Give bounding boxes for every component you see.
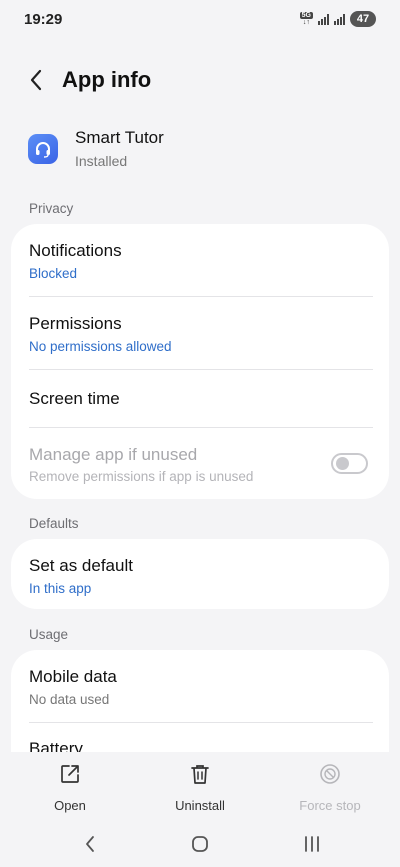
- set-default-item[interactable]: Set as default In this app: [29, 556, 371, 596]
- divider: [29, 427, 373, 428]
- permissions-status: No permissions allowed: [29, 339, 172, 354]
- battery-item[interactable]: Battery: [29, 739, 371, 752]
- divider: [29, 722, 373, 723]
- set-default-status: In this app: [29, 581, 92, 596]
- screen-time-item[interactable]: Screen time: [29, 389, 371, 409]
- battery-indicator: 47: [350, 11, 376, 27]
- nav-home-icon[interactable]: [180, 832, 220, 856]
- open-button[interactable]: Open: [20, 762, 120, 813]
- open-external-icon: [20, 762, 120, 786]
- signal-icon: [318, 13, 329, 25]
- manage-unused-description: Remove permissions if app is unused: [29, 469, 254, 484]
- network-type-icon: 5G ↓↑: [299, 12, 313, 26]
- app-name: Smart Tutor: [75, 128, 164, 147]
- status-icons: 5G ↓↑ 47: [299, 11, 376, 27]
- section-label-defaults: Defaults: [29, 516, 79, 531]
- manage-unused-title: Manage app if unused: [29, 445, 198, 464]
- divider: [29, 369, 373, 370]
- uninstall-button[interactable]: Uninstall: [150, 762, 250, 813]
- manage-unused-item: Manage app if unused Remove permissions …: [29, 445, 319, 484]
- mobile-data-title: Mobile data: [29, 667, 117, 686]
- nav-back-icon[interactable]: [70, 832, 110, 856]
- nav-recents-icon[interactable]: [292, 832, 332, 856]
- permissions-title: Permissions: [29, 314, 122, 333]
- header: App info: [24, 62, 151, 98]
- permissions-item[interactable]: Permissions No permissions allowed: [29, 314, 371, 354]
- status-time: 19:29: [24, 10, 63, 28]
- mobile-data-item[interactable]: Mobile data No data used: [29, 667, 371, 707]
- section-label-privacy: Privacy: [29, 201, 74, 216]
- notifications-title: Notifications: [29, 241, 122, 260]
- headset-icon: [28, 134, 58, 164]
- page-title: App info: [62, 67, 152, 92]
- force-stop-button[interactable]: Force stop: [280, 762, 380, 813]
- app-install-status: Installed: [75, 153, 128, 169]
- battery-title: Battery: [29, 739, 83, 752]
- privacy-card: Notifications Blocked Permissions No per…: [11, 224, 389, 499]
- notifications-item[interactable]: Notifications Blocked: [29, 241, 371, 281]
- app-summary: Smart Tutor Installed: [28, 128, 164, 169]
- toggle-knob: [336, 457, 349, 470]
- defaults-card: Set as default In this app: [11, 539, 389, 609]
- notifications-status: Blocked: [29, 266, 78, 281]
- bottom-action-bar: Open Uninstall Force stop: [0, 752, 400, 818]
- divider: [29, 296, 373, 297]
- usage-card: Mobile data No data used Battery: [11, 650, 389, 752]
- force-stop-label: Force stop: [299, 798, 361, 813]
- system-nav-bar: [0, 822, 400, 867]
- open-label: Open: [54, 798, 86, 813]
- signal-icon-2: [334, 13, 345, 25]
- trash-icon: [150, 762, 250, 786]
- uninstall-label: Uninstall: [175, 798, 225, 813]
- status-bar: 19:29 5G ↓↑ 47: [0, 0, 400, 38]
- screen-time-title: Screen time: [29, 389, 120, 408]
- manage-unused-toggle[interactable]: [331, 453, 368, 474]
- mobile-data-status: No data used: [29, 692, 110, 707]
- back-arrow-icon[interactable]: [24, 62, 48, 98]
- set-default-title: Set as default: [29, 556, 133, 575]
- stop-icon: [280, 762, 380, 786]
- section-label-usage: Usage: [29, 627, 69, 642]
